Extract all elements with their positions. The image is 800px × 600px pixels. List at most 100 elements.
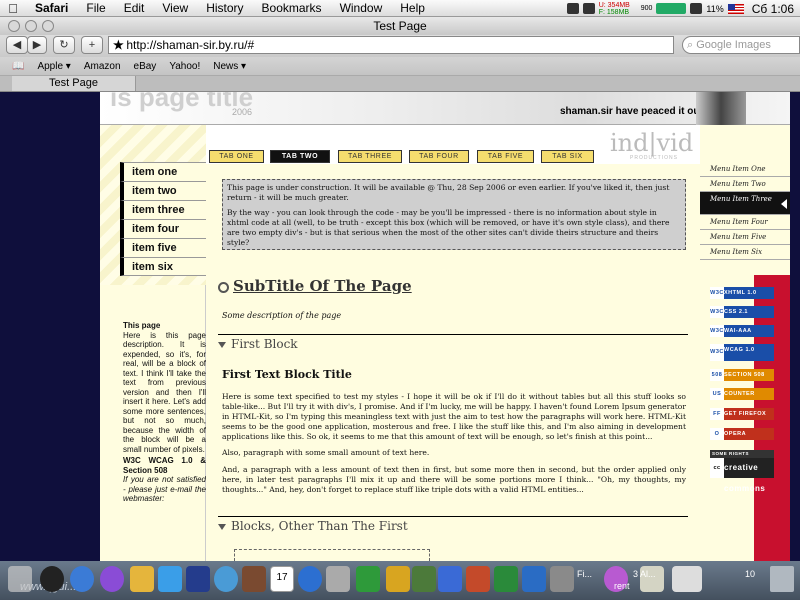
close-window-icon[interactable] [8,20,20,32]
film-icon[interactable] [186,566,210,592]
tab-three[interactable]: TAB THREE [338,150,402,163]
badge-xhtml[interactable]: W3C XHTML 1.0 [710,287,774,299]
left-nav-item-two[interactable]: item two [120,181,206,200]
wcag-text: If you are not satisfied - please just e… [123,475,206,503]
block2-header[interactable]: Blocks, Other Than The First [218,516,688,533]
badge-section508[interactable]: 508 SECTION 508 [710,369,774,381]
safari-icon[interactable] [70,566,94,592]
block1-header[interactable]: First Block [218,334,688,351]
menu-bookmarks[interactable]: Bookmarks [253,1,331,15]
right-nav-item-six[interactable]: Menu Item Six [700,245,790,260]
tab-four[interactable]: TAB FOUR [409,150,469,163]
badge-opera[interactable]: O OPERA [710,428,774,440]
badge-label: creative commons [724,463,766,493]
bookmark-amazon[interactable]: Amazon [84,61,121,72]
dvd-icon[interactable] [214,566,238,592]
right-nav-item-five[interactable]: Menu Item Five [700,230,790,245]
photo-icon[interactable] [242,566,266,592]
bookmark-apple[interactable]: Apple ▾ [37,61,70,72]
notice-paragraph-2: By the way - you can look through the co… [227,208,670,247]
minimize-window-icon[interactable] [25,20,37,32]
right-nav-item-three[interactable]: Menu Item Three [700,192,790,215]
badge-firefox[interactable]: FF GET FIREFOX [710,408,774,420]
image-app-icon[interactable] [386,566,410,592]
right-nav-item-two[interactable]: Menu Item Two [700,177,790,192]
window-thumbnail-icon[interactable] [672,566,702,592]
left-nav-item-six[interactable]: item six [120,257,206,276]
powerpoint-icon[interactable] [466,566,490,592]
badge-css[interactable]: W3C CSS 2.1 [710,306,774,318]
badge-some-rights[interactable]: SOME RIGHTS RESERVED [710,450,774,464]
badge-wcag[interactable]: W3C WCAG 1.0 [710,344,774,361]
bookmark-yahoo[interactable]: Yahoo! [169,61,200,72]
badge-counter[interactable]: US COUNTER [710,388,774,400]
page-subtitle[interactable]: SubTitle Of The Page [218,277,412,295]
mail-icon[interactable] [130,566,154,592]
browser-tab[interactable]: Test Page [12,76,136,91]
badge-wai[interactable]: W3C WAI-AAA [710,325,774,337]
net-icon[interactable] [412,566,436,592]
right-nav-item-four[interactable]: Menu Item Four [700,215,790,230]
dock-label-2: 3 Al... [633,569,656,579]
finder-dog-icon[interactable] [8,566,32,592]
left-nav-item-one[interactable]: item one [120,162,206,181]
wcag-heading: W3C WCAG 1.0 & Section 508 [123,456,206,475]
left-nav-item-three[interactable]: item three [120,200,206,219]
search-icon[interactable] [298,566,322,592]
menu-edit[interactable]: Edit [115,1,154,15]
utility-icon[interactable] [550,566,574,592]
header-slogan: shaman.sir have peaced it out! [560,106,707,117]
left-nav-item-five[interactable]: item five [120,238,206,257]
zoom-window-icon[interactable] [42,20,54,32]
add-bookmark-button[interactable]: + [81,36,103,54]
badge-logo: 508 [710,369,724,381]
right-nav-item-one[interactable]: Menu Item One [700,162,790,177]
badge-logo: W3C [710,306,724,318]
bookmark-news[interactable]: News ▾ [213,61,246,72]
left-nav-item-four[interactable]: item four [120,219,206,238]
tab-five[interactable]: TAB FIVE [477,150,534,163]
excel-icon[interactable] [494,566,518,592]
address-bar[interactable]: ★ http://shaman-sir.by.ru/# [108,36,674,54]
volume-icon[interactable] [690,3,703,14]
search-field[interactable]: ⌕ Google Images [682,36,800,54]
forward-button[interactable]: ▶ [27,36,47,54]
bookmark-ebay[interactable]: eBay [134,61,157,72]
tab-two[interactable]: TAB TWO [270,150,330,163]
trash-icon[interactable] [770,566,794,592]
tab-one[interactable]: TAB ONE [209,150,264,163]
badge-label: GET FIREFOX [724,411,767,417]
menu-help[interactable]: Help [391,1,434,15]
badge-logo: cc [710,458,724,478]
app-status-icon[interactable] [566,3,579,14]
tab-six[interactable]: TAB SIX [541,150,594,163]
bookmarks-bar: 📖 Apple ▾ Amazon eBay Yahoo! News ▾ [0,57,800,76]
menubar-clock[interactable]: Сб 1:06 [748,2,800,16]
menu-view[interactable]: View [153,1,197,15]
network-icon[interactable] [582,3,595,14]
dashboard-icon[interactable] [40,566,64,592]
music-icon[interactable] [158,566,182,592]
apple-menu-icon[interactable]:  [0,1,26,16]
dock-label-3: rent [614,581,630,591]
preferences-icon[interactable] [326,566,350,592]
bookmarks-book-icon[interactable]: 📖 [12,61,24,72]
badge-logo: W3C [710,344,724,361]
menu-safari[interactable]: Safari [26,1,77,15]
menu-file[interactable]: File [77,1,114,15]
menubar-extras: U: 354MB F: 158MB 900 11% Сб 1:06 [566,0,800,17]
input-source-flag-icon[interactable] [727,3,744,14]
menu-window[interactable]: Window [331,1,392,15]
menu-history[interactable]: History [197,1,252,15]
chat-icon[interactable] [356,566,380,592]
calendar-icon[interactable]: 17 [270,566,294,592]
subtitle-ring-icon [218,281,229,293]
reload-button[interactable]: ↻ [53,36,75,54]
messenger-icon[interactable] [522,566,546,592]
itunes-icon[interactable] [100,566,124,592]
badge-creative-commons[interactable]: cc creative commons [710,458,774,493]
battery-level[interactable]: 11% [706,4,723,14]
net-count: 900 [640,5,653,12]
word-icon[interactable] [438,566,462,592]
back-button[interactable]: ◀ [6,36,28,54]
